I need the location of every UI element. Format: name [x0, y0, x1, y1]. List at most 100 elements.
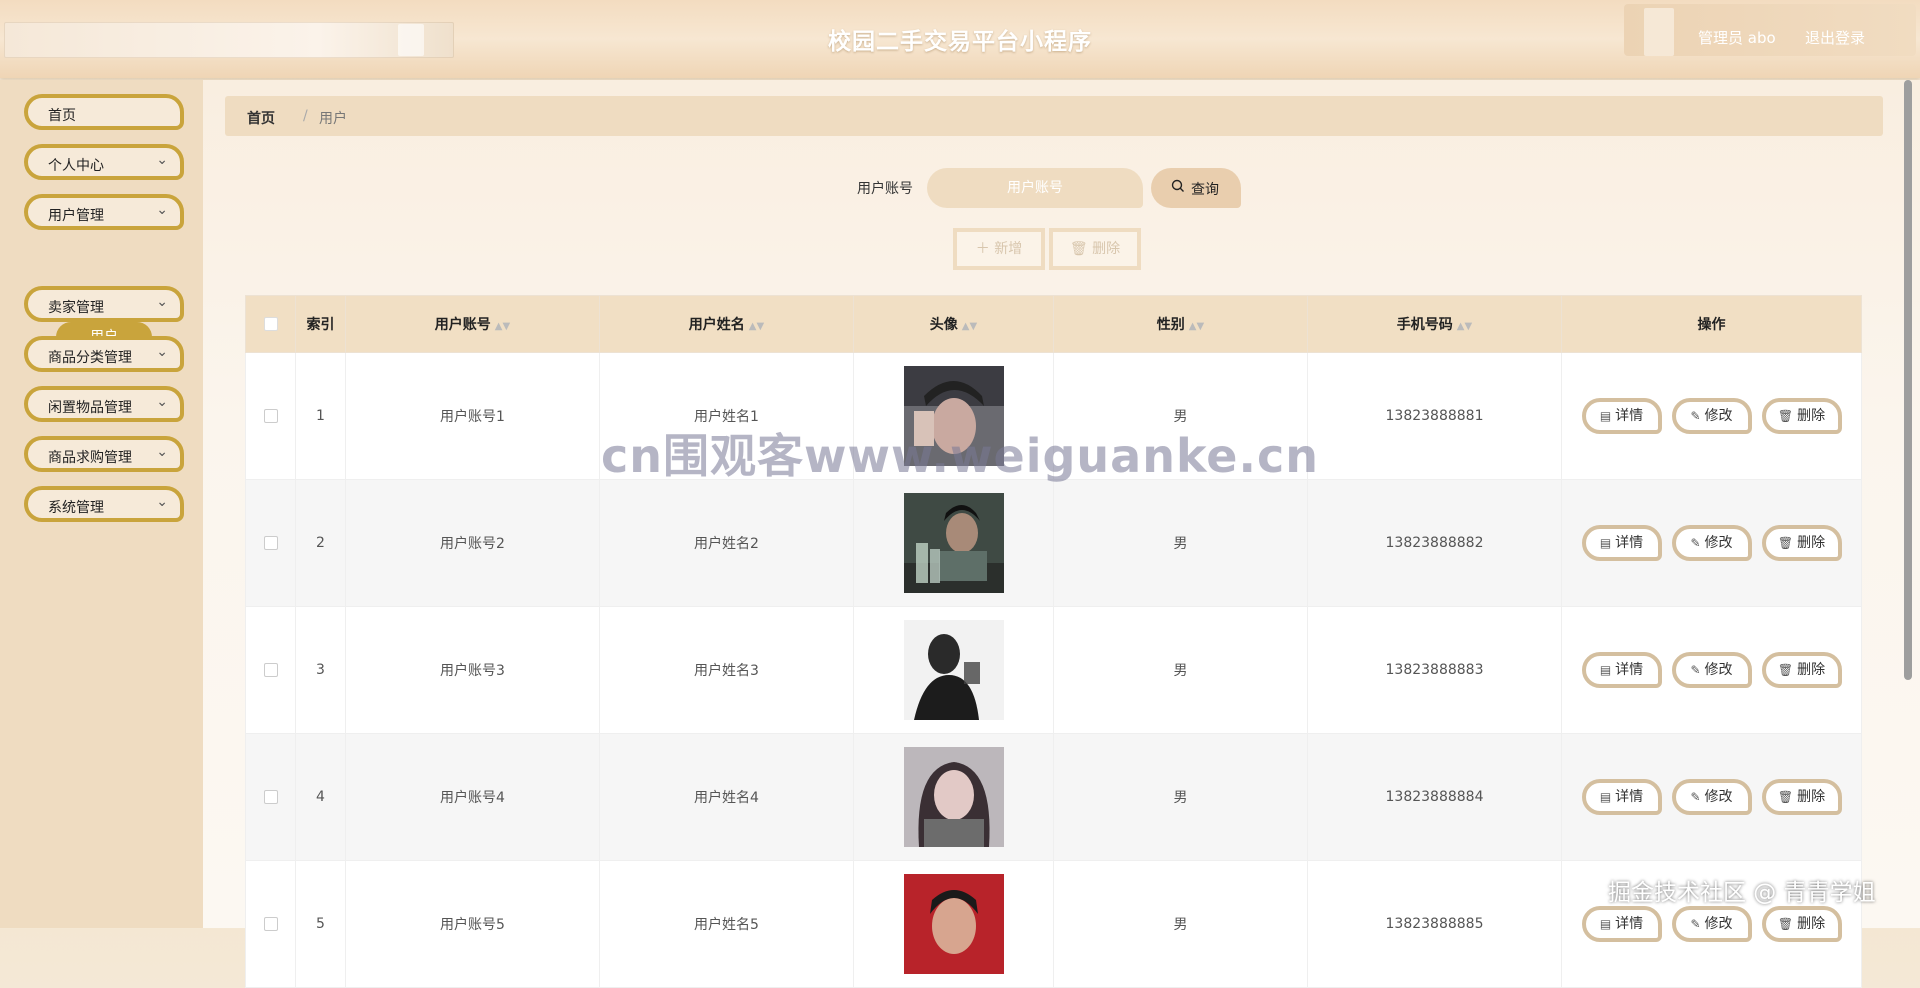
delete-button[interactable]: 🗑 删除	[1761, 652, 1842, 688]
name-cell: 用户姓名4	[599, 733, 854, 861]
avatar-cell	[853, 352, 1054, 480]
avatar[interactable]	[903, 493, 1004, 593]
phone-cell: 13823888885	[1307, 860, 1562, 988]
chevron-down-icon: ⌄	[156, 294, 168, 310]
column-header-label: 操作	[1697, 317, 1726, 333]
sort-icon[interactable]: ▲▼	[962, 321, 977, 332]
plus-icon: ＋	[975, 241, 990, 257]
detail-button[interactable]: ▤ 详情	[1581, 525, 1662, 561]
detail-button[interactable]: ▤ 详情	[1581, 779, 1662, 815]
avatar[interactable]	[903, 366, 1004, 466]
column-header-avatar[interactable]: 头像 ▲▼	[853, 295, 1054, 353]
edit-button-label: 修改	[1704, 408, 1733, 424]
sidebar-item-seller-management[interactable]: 卖家管理 ⌄	[24, 286, 184, 322]
sidebar-item-idle-goods-management[interactable]: 闲置物品管理 ⌄	[24, 386, 184, 422]
account-cell: 用户账号2	[345, 479, 600, 607]
column-header-index: 索引	[295, 295, 346, 353]
gender-cell: 男	[1053, 352, 1308, 480]
search-input[interactable]	[927, 168, 1143, 208]
phone-cell: 13823888881	[1307, 352, 1562, 480]
row-checkbox[interactable]	[263, 917, 278, 931]
index-cell: 5	[295, 860, 346, 988]
row-checkbox[interactable]	[263, 663, 278, 677]
sidebar-item-home[interactable]: 首页	[24, 94, 184, 130]
detail-button[interactable]: ▤ 详情	[1581, 652, 1662, 688]
sort-icon[interactable]: ▲▼	[1189, 321, 1204, 332]
detail-button-label: 详情	[1615, 789, 1644, 805]
batch-delete-button-label: 删除	[1092, 241, 1121, 257]
sidebar: 首页 个人中心 ⌄ 用户管理 ⌄ 用户 卖家管理 ⌄ 商品分类管理 ⌄ 闲置物品…	[0, 80, 203, 928]
detail-button-label: 详情	[1615, 662, 1644, 678]
row-checkbox[interactable]	[263, 536, 278, 550]
sidebar-item-personal-center[interactable]: 个人中心 ⌄	[24, 144, 184, 180]
sidebar-item-user-management[interactable]: 用户管理 ⌄	[24, 194, 184, 230]
column-header-account[interactable]: 用户账号 ▲▼	[345, 295, 600, 353]
name-cell: 用户姓名2	[599, 479, 854, 607]
chevron-down-icon: ⌄	[156, 152, 168, 168]
row-select-cell[interactable]	[245, 606, 296, 734]
vertical-scrollbar[interactable]	[1904, 80, 1912, 680]
logout-link[interactable]: 退出登录	[1805, 27, 1865, 48]
row-select-cell[interactable]	[245, 860, 296, 988]
avatar[interactable]	[903, 747, 1004, 847]
phone-cell: 13823888883	[1307, 606, 1562, 734]
avatar-cell	[853, 606, 1054, 734]
column-header-phone[interactable]: 手机号码 ▲▼	[1307, 295, 1562, 353]
edit-button[interactable]: ✎ 修改	[1671, 906, 1752, 942]
avatar[interactable]	[903, 874, 1004, 974]
edit-button[interactable]: ✎ 修改	[1671, 652, 1752, 688]
app-header: 校园二手交易平台小程序 管理员 abo 退出登录	[0, 0, 1920, 78]
column-header-name[interactable]: 用户姓名 ▲▼	[599, 295, 854, 353]
search-label: 用户账号	[857, 181, 913, 197]
select-all-cell[interactable]	[245, 295, 296, 353]
table-row: 4 用户账号4 用户姓名4 男 13823888884 ▤ 详情 ✎ 修改 🗑 删除	[245, 733, 1862, 861]
name-cell: 用户姓名3	[599, 606, 854, 734]
actions-cell: ▤ 详情 ✎ 修改 🗑 删除	[1561, 733, 1862, 861]
row-select-cell[interactable]	[245, 733, 296, 861]
column-header-gender[interactable]: 性别 ▲▼	[1053, 295, 1308, 353]
user-table: 索引 用户账号 ▲▼ 用户姓名 ▲▼ 头像 ▲▼ 性别 ▲▼ 手机号码 ▲▼ 操作 1 用…	[245, 295, 1862, 988]
column-header-label: 手机号码	[1396, 317, 1453, 333]
sidebar-item-purchase-request-management[interactable]: 商品求购管理 ⌄	[24, 436, 184, 472]
sidebar-item-label: 首页	[48, 108, 76, 124]
row-checkbox[interactable]	[263, 790, 278, 804]
trash-icon: 🗑	[1777, 663, 1794, 677]
row-checkbox[interactable]	[263, 409, 278, 423]
edit-button[interactable]: ✎ 修改	[1671, 525, 1752, 561]
sort-icon[interactable]: ▲▼	[495, 321, 510, 332]
row-select-cell[interactable]	[245, 479, 296, 607]
detail-button[interactable]: ▤ 详情	[1581, 398, 1662, 434]
detail-button[interactable]: ▤ 详情	[1581, 906, 1662, 942]
table-row: 1 用户账号1 用户姓名1 男 13823888881 ▤ 详情 ✎ 修改 🗑 删除	[245, 352, 1862, 480]
breadcrumb-separator: /	[303, 108, 308, 124]
chevron-down-icon: ⌄	[156, 494, 168, 510]
index-cell: 2	[295, 479, 346, 607]
search-button[interactable]: 查询	[1151, 168, 1241, 208]
column-header-label: 索引	[306, 317, 335, 333]
sort-icon[interactable]: ▲▼	[749, 321, 764, 332]
sidebar-item-category-management[interactable]: 商品分类管理 ⌄	[24, 336, 184, 372]
batch-delete-button[interactable]: 🗑 删除	[1049, 228, 1141, 270]
select-all-checkbox[interactable]	[263, 317, 278, 331]
delete-button-label: 删除	[1797, 789, 1826, 805]
add-button[interactable]: ＋ 新增	[953, 228, 1045, 270]
edit-button[interactable]: ✎ 修改	[1671, 398, 1752, 434]
delete-button[interactable]: 🗑 删除	[1761, 906, 1842, 942]
sidebar-item-system-management[interactable]: 系统管理 ⌄	[24, 486, 184, 522]
name-cell: 用户姓名5	[599, 860, 854, 988]
delete-button[interactable]: 🗑 删除	[1761, 779, 1842, 815]
trash-icon: 🗑	[1777, 409, 1794, 423]
decoration-knob	[1644, 8, 1674, 56]
main-content: 首页 / 用户 用户账号 查询 ＋ 新增 🗑 删除 索引 用户账号 ▲▼ 用户姓名…	[203, 80, 1920, 988]
chevron-down-icon: ⌄	[156, 394, 168, 410]
table-row: 2 用户账号2 用户姓名2 男 13823888882 ▤ 详情 ✎ 修改 🗑 删除	[245, 479, 1862, 607]
delete-button[interactable]: 🗑 删除	[1761, 398, 1842, 434]
detail-button-label: 详情	[1615, 916, 1644, 932]
row-select-cell[interactable]	[245, 352, 296, 480]
sort-icon[interactable]: ▲▼	[1457, 321, 1472, 332]
avatar[interactable]	[903, 620, 1004, 720]
breadcrumb-home[interactable]: 首页	[247, 108, 275, 128]
edit-button[interactable]: ✎ 修改	[1671, 779, 1752, 815]
delete-button[interactable]: 🗑 删除	[1761, 525, 1842, 561]
document-icon: ▤	[1599, 409, 1612, 423]
